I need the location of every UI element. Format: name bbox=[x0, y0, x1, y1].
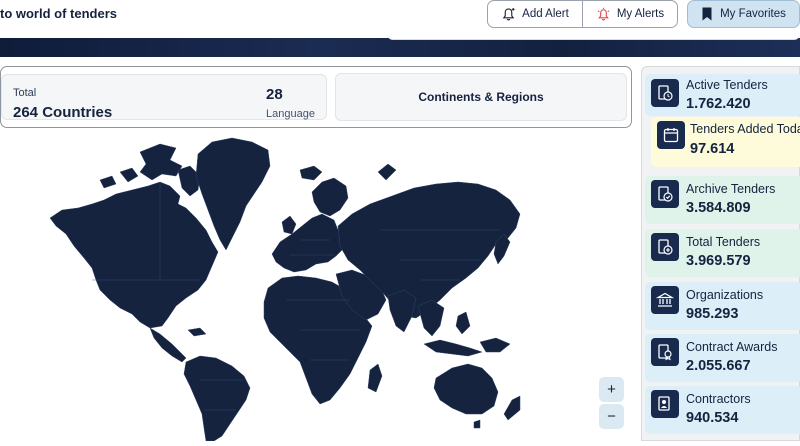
world-map-svg bbox=[49, 137, 521, 442]
tasmania-shape bbox=[473, 419, 481, 429]
stat-label: Organizations bbox=[686, 288, 764, 302]
add-alert-button[interactable]: Add Alert bbox=[488, 1, 582, 27]
total-label: Total bbox=[13, 87, 37, 99]
zoom-out-button[interactable]: − bbox=[599, 404, 624, 429]
stat-card-archive-tenders[interactable]: Archive Tenders 3.584.809 bbox=[645, 176, 800, 224]
stat-label: Total Tenders bbox=[686, 235, 761, 249]
document-plus-icon bbox=[651, 233, 679, 261]
language-count: 28 bbox=[266, 86, 283, 103]
stat-label: Contract Awards bbox=[686, 340, 778, 354]
scandinavia-shape bbox=[311, 177, 349, 217]
stat-label: Active Tenders bbox=[686, 78, 768, 92]
arctic-islands-shape bbox=[139, 143, 183, 181]
world-map[interactable] bbox=[0, 130, 632, 442]
calendar-icon bbox=[657, 121, 685, 149]
award-document-icon bbox=[651, 338, 679, 366]
philippines-shape bbox=[455, 311, 471, 335]
my-alerts-button[interactable]: My Alerts bbox=[582, 1, 677, 27]
bell-plus-icon bbox=[502, 7, 515, 20]
bank-icon bbox=[651, 286, 679, 314]
stat-value: 3.969.579 bbox=[686, 253, 751, 269]
stat-value: 97.614 bbox=[690, 141, 735, 157]
madagascar-shape bbox=[367, 363, 383, 393]
stat-card-active-tenders[interactable]: Active Tenders 1.762.420 bbox=[645, 74, 800, 116]
add-alert-label: Add Alert bbox=[522, 8, 569, 20]
novaya-zemlya-shape bbox=[377, 163, 397, 181]
countries-count: 264 Countries bbox=[13, 104, 113, 121]
india-shape bbox=[387, 289, 417, 333]
stat-value: 940.534 bbox=[686, 410, 739, 426]
my-alerts-label: My Alerts bbox=[616, 8, 665, 20]
my-favorites-label: My Favorites bbox=[720, 8, 786, 20]
archive-document-icon bbox=[651, 180, 679, 208]
south-america-shape bbox=[183, 355, 251, 442]
new-guinea-shape bbox=[479, 337, 511, 353]
stat-value: 2.055.667 bbox=[686, 358, 751, 374]
contractor-document-icon bbox=[651, 390, 679, 418]
australia-shape bbox=[433, 363, 499, 415]
new-zealand-shape bbox=[503, 395, 521, 421]
bookmark-icon bbox=[702, 7, 712, 21]
north-america-shape bbox=[49, 181, 219, 329]
stat-value: 985.293 bbox=[686, 306, 739, 322]
stat-value: 1.762.420 bbox=[686, 96, 751, 112]
small-islands-shape bbox=[99, 167, 139, 189]
summary-card: Total 264 Countries 28 Language Continen… bbox=[0, 66, 632, 128]
continents-regions-button[interactable]: Continents & Regions bbox=[335, 73, 627, 121]
stat-card-contract-awards[interactable]: Contract Awards 2.055.667 bbox=[645, 334, 800, 382]
header-subtab bbox=[387, 34, 800, 40]
iceland-shape bbox=[299, 165, 323, 181]
alerts-button-group: Add Alert My Alerts bbox=[487, 0, 678, 28]
stat-card-total-tenders[interactable]: Total Tenders 3.969.579 bbox=[645, 229, 800, 277]
stat-card-contractors[interactable]: Contractors 940.534 bbox=[645, 386, 800, 434]
indonesia-shape bbox=[423, 339, 483, 357]
caribbean-shape bbox=[187, 327, 207, 337]
alarm-bell-icon bbox=[597, 7, 610, 20]
stat-label: Contractors bbox=[686, 392, 751, 406]
top-header: to world of tenders Add Alert My Alerts … bbox=[0, 0, 800, 38]
language-label: Language bbox=[266, 108, 315, 120]
welcome-text: to world of tenders bbox=[0, 6, 117, 21]
my-favorites-button[interactable]: My Favorites bbox=[687, 0, 800, 28]
stat-value: 3.584.809 bbox=[686, 200, 751, 216]
southeast-asia-shape bbox=[417, 299, 445, 337]
clock-document-icon bbox=[651, 79, 679, 107]
header-banner bbox=[0, 38, 800, 57]
stat-label: Archive Tenders bbox=[686, 182, 776, 196]
central-america-shape bbox=[149, 327, 187, 363]
stat-card-tenders-added-today[interactable]: Tenders Added Today 97.614 bbox=[651, 117, 800, 167]
stat-label: Tenders Added Today bbox=[690, 122, 800, 136]
countries-box: Total 264 Countries 28 Language bbox=[1, 74, 327, 121]
stat-card-organizations[interactable]: Organizations 985.293 bbox=[645, 282, 800, 330]
zoom-in-button[interactable]: + bbox=[599, 377, 624, 402]
uk-shape bbox=[281, 215, 297, 235]
